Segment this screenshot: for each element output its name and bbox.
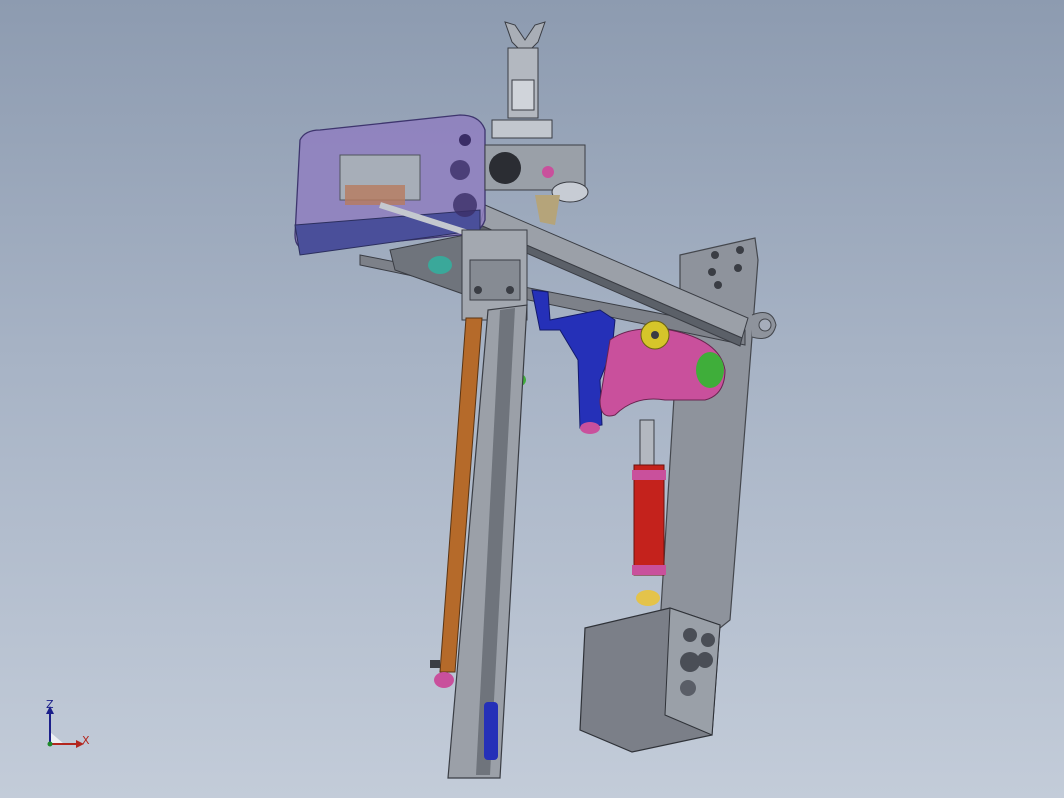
cad-assembly-model[interactable] [0, 0, 1064, 798]
triad-x-label: X [82, 734, 90, 747]
triad-z-label: Z [46, 698, 54, 711]
top-gripper[interactable] [491, 21, 553, 139]
valve-manifold-cover[interactable] [294, 114, 491, 256]
control-box[interactable] [579, 607, 721, 753]
coordinate-triad: Z X [40, 696, 100, 756]
3d-viewport[interactable]: Z X [0, 0, 1064, 798]
red-cylinder[interactable] [632, 419, 666, 606]
